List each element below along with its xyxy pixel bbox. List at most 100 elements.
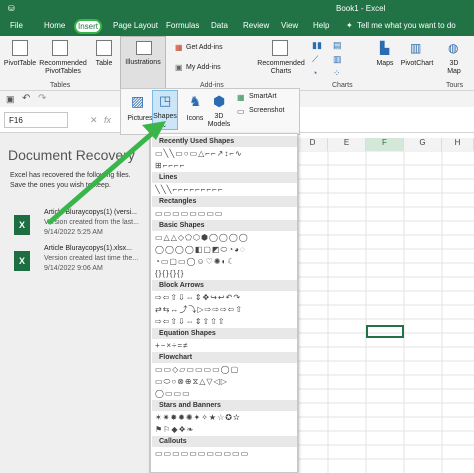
shape-row[interactable]: ▭▭▭▭▭▭▭▭ [155,208,297,219]
shape-row[interactable]: +−×÷=≠ [155,340,297,351]
save-icon[interactable]: ▣ [6,94,15,105]
recovery-title: Document Recovery [8,147,135,163]
recovered-file-1[interactable]: X Article Bluraycopys(1) (versi... Versi… [14,209,148,249]
section-callouts: Callouts [152,436,297,447]
my-addins-icon: ▣ [175,63,183,72]
shape-row[interactable]: ◯▭▭▭ [155,388,297,399]
section-flowchart: Flowchart [152,352,297,363]
tab-file[interactable]: File [10,21,23,30]
icons-icon: ♞ [189,93,202,109]
screenshot-button[interactable]: Screenshot [249,107,284,114]
recommended-charts-icon [272,40,288,56]
shape-row[interactable]: ⇨⇦⇧⇩⇔⇕⇧⇧⇧ [155,316,297,327]
title-bar: ⛁ Book1 - Excel [0,0,474,18]
recovered-file-date: 9/14/2022 5:25 AM [44,229,103,236]
column-header-f[interactable]: F [366,138,404,151]
shape-row[interactable]: {}{}{}{} [155,268,297,279]
recommended-charts-label-2: Charts [270,68,292,75]
recommended-pivottables-label-2: PivotTables [45,68,81,75]
tell-me-search[interactable]: Tell me what you want to do [357,21,456,30]
redo-icon[interactable]: ↷ [38,93,46,104]
tours-group-label: Tours [446,82,464,89]
shape-row[interactable]: ⇄⇆↔⤴⤵▷⇨⇨⇨⇦⇧ [155,304,297,315]
tab-help[interactable]: Help [313,21,329,30]
shape-row[interactable]: ⚑⚐◆❖❧ [155,424,297,435]
charts-group-label: Charts [332,82,353,89]
section-recently-used-shapes: Recently Used Shapes [152,136,297,147]
statistic-chart-icon[interactable]: ▥ [333,54,342,65]
tab-review[interactable]: Review [243,21,269,30]
3d-models-button[interactable]: 3D Models [205,113,233,129]
illustrations-button[interactable]: Illustrations [120,36,166,90]
shape-row[interactable]: ⊞⌐⌐⌐⌐ [155,160,297,171]
tab-home[interactable]: Home [44,21,65,30]
table-icon [96,40,112,56]
excel-file-icon: X [14,251,30,271]
my-addins-button[interactable]: My Add-ins [186,64,221,71]
hierarchy-chart-icon[interactable]: ▤ [333,40,342,51]
pivottable-button[interactable]: PivotTable [2,60,38,68]
3d-models-icon: ⬢ [213,93,226,109]
shape-row[interactable]: ▭⬭○⊗⊕⧖△▽◁▷ [155,376,297,387]
shape-row[interactable]: ✶✷✸✹✺✦✧★☆✪✫ [155,412,297,423]
column-chart-icon[interactable]: ▮▮ [312,40,322,51]
recommended-charts-label-1: Recommended [257,60,305,67]
recommended-pivottables-label-1: Recommended [39,60,87,67]
undo-icon[interactable]: ↶ [22,93,30,104]
shape-row[interactable]: ▭▭◇▱▭▭▭▭◯▢ [155,364,297,375]
shape-row[interactable]: ◯◯◯◯◧▢◩⬭◔◕◌ [155,244,297,255]
document-title: Book1 - Excel [336,4,385,13]
3d-models-label-1: 3D [214,113,224,120]
store-icon: ▦ [175,43,183,52]
pie-chart-icon[interactable]: ◔ [312,68,317,78]
column-header-g[interactable]: G [404,138,442,151]
section-equation-shapes: Equation Shapes [152,328,297,339]
3d-map-button[interactable]: 3D Map [440,60,468,76]
tab-insert[interactable]: Insert [74,19,102,34]
recovered-file-date: 9/14/2022 9:06 AM [44,265,103,272]
table-button[interactable]: Table [90,60,118,68]
tab-data[interactable]: Data [211,21,228,30]
pivottable-icon [12,40,28,56]
chevron-down-icon: ⌄ [162,123,168,129]
recovered-file-version: Version created last time the... [44,255,139,262]
shape-row[interactable]: ◔▭▢▭◯☺♡✺◐☾ [155,256,297,267]
column-header-e[interactable]: E [328,138,366,151]
shape-row[interactable]: ▭╲╲▭○▭△⌐⌐↗↕⌐∿ [155,148,297,159]
scatter-chart-icon[interactable]: ⁘ [333,68,341,79]
tab-page-layout[interactable]: Page Layout [113,21,158,30]
smartart-icon: ▦ [237,93,245,102]
recovered-file-2[interactable]: X Article Bluraycopys(1).xlsx... Version… [14,245,148,285]
autosave-icon[interactable]: ⛁ [8,4,15,13]
tab-formulas[interactable]: Formulas [166,21,199,30]
get-addins-button[interactable]: Get Add-ins [186,44,223,51]
3d-map-icon: ◍ [448,41,459,55]
shape-row[interactable]: ▭△△◇⬠⬡⬢◯◯◯◯ [155,232,297,243]
recommended-pivottables-button[interactable]: Recommended PivotTables [38,60,88,76]
section-lines: Lines [152,172,297,183]
line-chart-icon[interactable]: ⟋ [312,54,318,65]
recommended-charts-button[interactable]: Recommended Charts [255,60,307,76]
name-box[interactable]: F16 [4,112,68,128]
column-header-h[interactable]: H [442,138,474,151]
selected-cell-f16[interactable] [366,325,404,338]
3d-map-label-1: 3D [449,60,459,67]
ribbon: PivotTable Recommended PivotTables Table… [0,36,474,91]
shape-row[interactable]: ▭▭▭▭▭▭▭▭▭▭▭ [155,448,297,459]
shape-row[interactable]: ⇨⇦⇧⇩⇔⇕✥↪↩↶↷ [155,292,297,303]
illustrations-label: Illustrations [125,59,161,66]
3d-map-label-2: Map [447,68,461,75]
shapes-button[interactable]: ◳ Shapes ⌄ [152,90,178,130]
tables-group-label: Tables [50,82,71,89]
recovered-file-version: Version created from the last... [44,219,139,226]
function-icon[interactable]: fx [104,115,111,125]
column-header-d[interactable]: D [298,138,328,151]
title-separator: - [358,4,366,13]
tab-view[interactable]: View [281,21,298,30]
maps-button[interactable]: Maps [372,60,398,68]
smartart-button[interactable]: SmartArt [249,93,277,100]
shape-row[interactable]: ╲╲╲⌐⌐⌐⌐⌐⌐⌐⌐⌐ [155,184,297,195]
pivotchart-button[interactable]: PivotChart [397,60,437,68]
cancel-icon[interactable]: ✕ [90,115,98,126]
ribbon-tabs: File Home Insert Page Layout Formulas Da… [0,18,474,36]
